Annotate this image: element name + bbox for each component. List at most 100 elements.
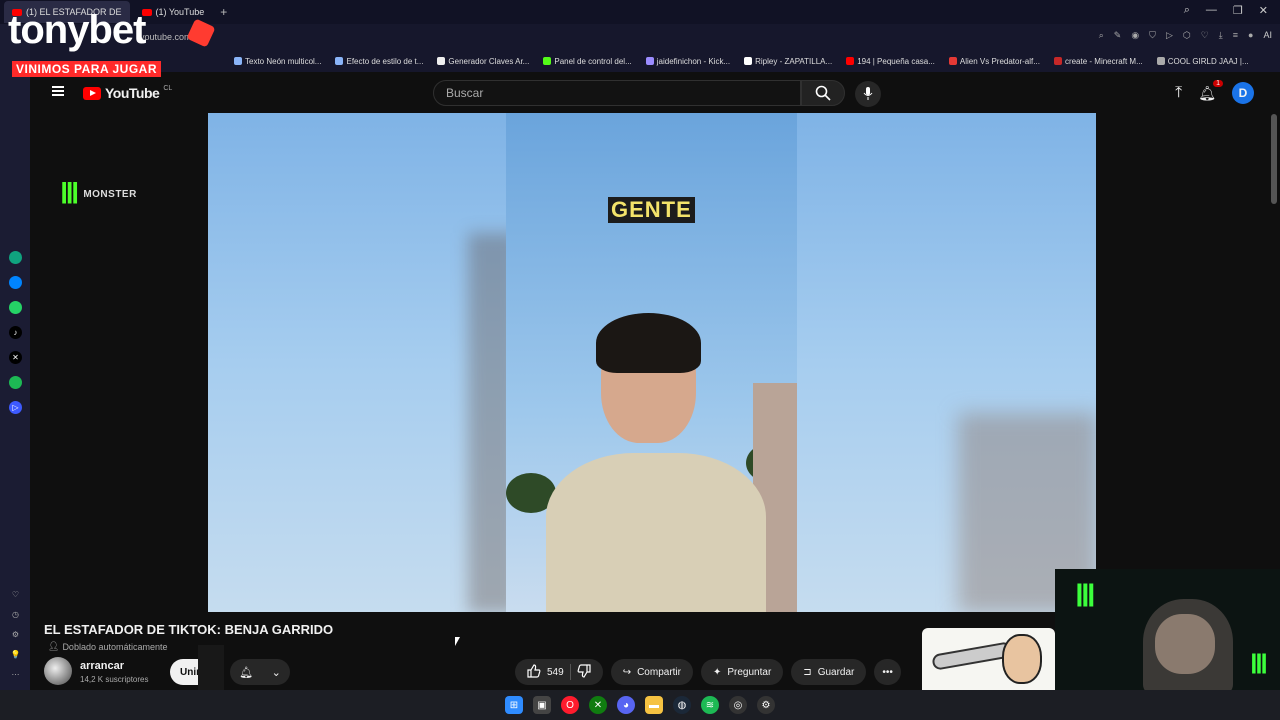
edit-icon[interactable]: ✎ — [1114, 30, 1122, 41]
history-icon[interactable]: ◷ — [9, 608, 22, 621]
streamer-webcam: Ⅲ Ⅲ — [1055, 569, 1280, 690]
bookmark-icon — [645, 57, 654, 65]
player-icon[interactable]: ▷ — [9, 401, 22, 414]
url-field[interactable]: youtube.com/ — [140, 32, 194, 42]
zoom-icon[interactable]: ⌕ — [1099, 30, 1104, 41]
bookmark-icon — [543, 57, 552, 65]
monster-claw-icon: Ⅲ — [1075, 580, 1096, 613]
bookmark-item[interactable]: create - Minecraft M... — [1053, 57, 1143, 66]
channel-avatar[interactable] — [44, 657, 72, 685]
bookmark-label: 194 | Pequeña casa... — [857, 56, 935, 66]
monster-claw-icon: Ⅲ — [1250, 649, 1268, 679]
xbox-icon[interactable]: ✕ — [589, 696, 607, 714]
cartoon-arm — [931, 641, 1013, 671]
windows-taskbar: ⊞ ▣ O ✕ ◕ ▬ ◍ ≋ ◎ ⚙ — [0, 690, 1280, 720]
messenger-icon[interactable] — [9, 276, 22, 289]
new-tab-icon[interactable]: + — [220, 5, 227, 19]
shield-icon[interactable]: ⛉ — [1149, 30, 1156, 41]
heart-icon[interactable]: ♡ — [9, 588, 22, 601]
file-explorer-icon[interactable]: ▬ — [645, 696, 663, 714]
address-bar: youtube.com/ ⌕ ✎ ◉ ⛉ ▷ ⬡ ♡ ⤓ ≡ ● AI — [30, 24, 1280, 50]
header-actions: ⤒ 🔔︎ 1 D — [1175, 79, 1254, 104]
heart-icon[interactable]: ♡ — [1201, 30, 1209, 41]
bookmark-item[interactable]: Efecto de estilo de t... — [335, 57, 423, 66]
cube-icon[interactable]: ⬡ — [1183, 30, 1191, 41]
youtube-logo[interactable]: YouTube CL — [83, 85, 172, 101]
country-code: CL — [163, 84, 173, 92]
like-button[interactable] — [527, 663, 541, 681]
obs-icon[interactable]: ◎ — [729, 696, 747, 714]
video-player[interactable]: GENTE — [208, 113, 1096, 612]
lightbulb-icon[interactable]: 💡 — [9, 648, 22, 661]
monster-claw-icon: Ⅲ — [60, 178, 80, 209]
bookmark-label: Texto Neón multicol... — [245, 56, 322, 66]
bookmark-item[interactable]: COOL GIRLD JAAJ |... — [1156, 57, 1249, 66]
more-actions-button[interactable]: ••• — [874, 659, 901, 685]
share-button[interactable]: ↪ Compartir — [610, 659, 693, 685]
bookmark-icon — [1053, 57, 1062, 65]
task-view-icon[interactable]: ▣ — [533, 696, 551, 714]
video-actions: 549 ↪ Compartir ✦ Preguntar ⊐ Guardar ••… — [515, 659, 901, 685]
bookmark-item[interactable]: Alien Vs Predator-alf... — [948, 57, 1040, 66]
hamburger-menu-icon[interactable] — [52, 86, 64, 96]
voice-search-button[interactable] — [855, 81, 881, 107]
dislike-button[interactable] — [577, 663, 591, 681]
whatsapp-icon[interactable] — [9, 301, 22, 314]
subscription-bell-button[interactable]: 🔔︎ ⌄ — [230, 659, 290, 685]
play-icon[interactable]: ▷ — [1166, 30, 1173, 41]
opera-gx-icon[interactable]: O — [561, 696, 579, 714]
account-avatar[interactable]: D — [1232, 82, 1254, 104]
page-scrollbar[interactable] — [1271, 114, 1277, 204]
minimize-icon[interactable]: — — [1206, 4, 1217, 17]
restore-icon[interactable]: ❐ — [1233, 4, 1243, 17]
bookmark-icon — [437, 57, 446, 65]
person-hair — [596, 313, 701, 373]
tonybet-tagline: VINIMOS PARA JUGAR — [12, 61, 162, 77]
app-icon[interactable]: ⚙ — [757, 696, 775, 714]
notifications-bell-icon[interactable]: 🔔︎ 1 — [1198, 79, 1223, 102]
spotify-icon[interactable]: ≋ — [701, 696, 719, 714]
bookmark-item[interactable]: Ripley - ZAPATILLA... — [744, 57, 832, 66]
browser-sidebar: ♪ ✕ ▷ ♡ ◷ ⚙ 💡 ⋯ — [0, 24, 30, 690]
person-shirt — [546, 453, 766, 612]
profile-icon[interactable]: ● — [1248, 30, 1253, 41]
search-input[interactable]: Buscar — [433, 80, 801, 106]
ask-button[interactable]: ✦ Preguntar — [700, 659, 784, 685]
search-icon — [815, 85, 831, 101]
ask-label: Preguntar — [727, 666, 772, 678]
dub-icon: 👤︎ — [48, 641, 60, 651]
bookmark-item[interactable]: jaidefinichon - Kick... — [645, 57, 730, 66]
windows-start-icon[interactable]: ⊞ — [505, 696, 523, 714]
upload-icon[interactable]: ⤒ — [1175, 84, 1182, 102]
bookmark-item[interactable]: Generador Claves Ar... — [437, 57, 529, 66]
more-icon[interactable]: ⋯ — [9, 668, 22, 681]
settings-icon[interactable]: ⚙ — [9, 628, 22, 641]
camera-icon[interactable]: ◉ — [1131, 30, 1139, 41]
close-icon[interactable]: ✕ — [1259, 4, 1268, 17]
divider — [569, 664, 571, 680]
menu-icon[interactable]: ≡ — [1233, 30, 1238, 41]
save-button[interactable]: ⊐ Guardar — [791, 659, 867, 685]
join-button[interactable]: Unir — [170, 659, 200, 685]
bookmark-label: Panel de control del... — [554, 56, 632, 66]
search-button[interactable] — [801, 80, 845, 106]
bookmark-icon — [744, 57, 753, 65]
browser-search-icon[interactable]: ⌕ — [1184, 4, 1190, 17]
bookmark-icon — [1156, 57, 1165, 65]
chatgpt-icon[interactable] — [9, 251, 22, 264]
ai-button[interactable]: AI — [1263, 30, 1272, 41]
x-icon[interactable]: ✕ — [9, 351, 22, 364]
youtube-header: YouTube CL Buscar ⤒ 🔔︎ 1 D — [30, 72, 1270, 114]
youtube-play-icon — [83, 86, 101, 100]
recommended-thumbnail[interactable] — [922, 628, 1055, 690]
channel-name[interactable]: arrancar — [80, 660, 124, 672]
bookmark-item[interactable]: Texto Neón multicol... — [234, 57, 321, 66]
bookmark-item[interactable]: Panel de control del... — [543, 56, 632, 66]
download-icon[interactable]: ⤓ — [1219, 30, 1223, 41]
tab-youtube-label: (1) YouTube — [155, 7, 205, 17]
tiktok-icon[interactable]: ♪ — [9, 326, 22, 339]
bookmark-item[interactable]: 194 | Pequeña casa... — [846, 57, 935, 66]
spotify-icon[interactable] — [9, 376, 22, 389]
steam-icon[interactable]: ◍ — [673, 696, 691, 714]
discord-icon[interactable]: ◕ — [617, 696, 635, 714]
